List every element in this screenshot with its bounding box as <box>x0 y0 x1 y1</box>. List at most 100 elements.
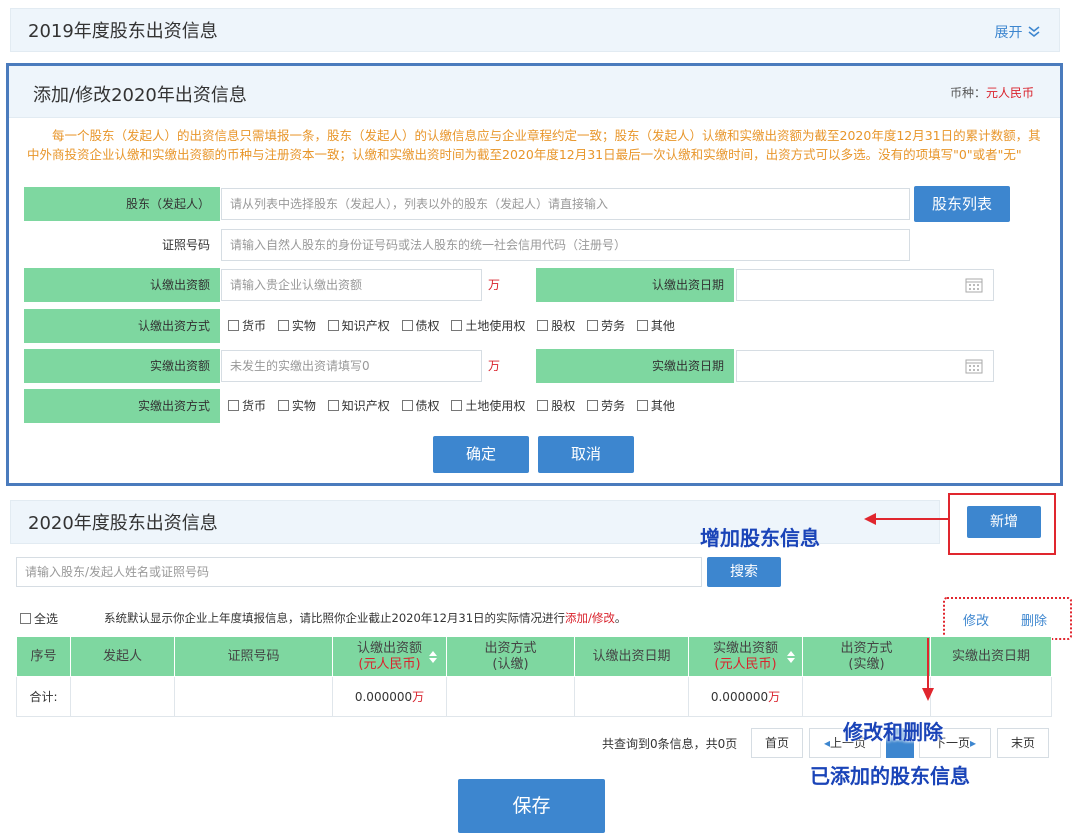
checkbox[interactable] <box>401 400 413 411</box>
col-paid-date: 实缴出资日期 <box>930 636 1052 677</box>
sort-icon[interactable] <box>428 650 438 664</box>
contribution-table: 序号 发起人 证照号码 认缴出资额 (元人民币) 出资方式 (认缴) 认缴出资日… <box>16 636 1052 717</box>
confirm-button[interactable]: 确定 <box>433 436 529 473</box>
subscribed-date-label: 认缴出资日期 <box>536 268 734 302</box>
annotation-edit-delete-line1: 修改和删除 <box>843 720 943 744</box>
col-subscribed-date: 认缴出资日期 <box>574 636 689 677</box>
currency-indicator: 币种：元人民币 <box>950 84 1034 101</box>
table-cell <box>574 676 689 717</box>
id-number-label: 证照号码 <box>161 238 210 252</box>
total-paid-amount: 0.000000万 <box>688 676 803 717</box>
paid-method-option[interactable]: 劳务 <box>587 399 625 413</box>
checkbox[interactable] <box>587 320 599 331</box>
cancel-button[interactable]: 取消 <box>538 436 634 473</box>
subscribed-method-options: 货币 实物 知识产权 债权 土地使用权 股权 劳务 其他 <box>228 309 683 343</box>
subscribed-date-input[interactable] <box>736 269 994 301</box>
paid-method-option[interactable]: 实物 <box>277 399 316 413</box>
chevron-right-icon: ▸ <box>969 736 977 750</box>
total-label: 合计: <box>16 676 71 717</box>
paid-date-input[interactable] <box>736 350 994 382</box>
search-input[interactable]: 请输入股东/发起人姓名或证照号码 <box>16 557 702 587</box>
currency-value: 元人民币 <box>985 86 1034 100</box>
table-cell <box>174 676 333 717</box>
checkbox[interactable] <box>327 320 339 331</box>
currency-label: 币种： <box>949 86 986 100</box>
paid-amount-input[interactable]: 未发生的实缴出资请填写0 <box>221 350 482 382</box>
col-method-paid: 出资方式 (实缴) <box>802 636 931 677</box>
subscribed-method-option[interactable]: 知识产权 <box>327 319 390 333</box>
search-button[interactable]: 搜索 <box>707 557 781 587</box>
chevron-double-down-icon <box>1028 26 1040 38</box>
subscribed-method-option[interactable]: 土地使用权 <box>451 319 525 333</box>
total-subscribed-amount: 0.000000万 <box>332 676 447 717</box>
subscribed-method-label: 认缴出资方式 <box>24 309 220 343</box>
paid-method-option[interactable]: 土地使用权 <box>451 399 525 413</box>
paid-method-option[interactable]: 知识产权 <box>327 399 390 413</box>
checkbox[interactable] <box>451 320 463 331</box>
sort-icon[interactable] <box>786 650 796 664</box>
checkbox[interactable] <box>228 320 239 331</box>
paid-amount-label: 实缴出资额 <box>24 349 220 383</box>
table-cell <box>70 676 175 717</box>
expand-label: 展开 <box>994 25 1023 41</box>
calendar-icon[interactable] <box>965 358 983 374</box>
form-notice: 每一个股东（发起人）的出资信息只需填报一条，股东（发起人）的认缴信息应与企业章程… <box>27 128 1041 162</box>
annotation-arrow-left <box>864 513 950 525</box>
table-cell <box>802 676 931 717</box>
shareholder-list-button[interactable]: 股东列表 <box>914 186 1010 222</box>
paid-method-label: 实缴出资方式 <box>24 389 220 423</box>
select-all-checkbox[interactable] <box>20 613 31 624</box>
shareholder-label: 股东（发起人） <box>24 187 220 221</box>
pager-first[interactable]: 首页 <box>751 728 803 758</box>
paid-method-option[interactable]: 货币 <box>228 399 266 413</box>
checkbox[interactable] <box>327 400 339 411</box>
shareholder-input[interactable]: 请从列表中选择股东（发起人），列表以外的股东（发起人）请直接输入 <box>221 188 910 220</box>
checkbox[interactable] <box>228 400 239 411</box>
paid-method-option[interactable]: 债权 <box>401 399 440 413</box>
paid-method-option[interactable]: 其他 <box>636 399 675 413</box>
subscribed-method-option[interactable]: 货币 <box>228 319 266 333</box>
save-button[interactable]: 保存 <box>458 779 605 833</box>
checkbox[interactable] <box>537 400 549 411</box>
edit-link[interactable]: 修改 <box>963 610 989 629</box>
select-all[interactable]: 全选 <box>20 610 58 627</box>
checkbox[interactable] <box>401 320 413 331</box>
table-header-row: 序号 发起人 证照号码 认缴出资额 (元人民币) 出资方式 (认缴) 认缴出资日… <box>16 636 1052 677</box>
col-initiator: 发起人 <box>70 636 175 677</box>
id-number-input[interactable]: 请输入自然人股东的身份证号码或法人股东的统一社会信用代码（注册号） <box>221 229 910 261</box>
col-seq: 序号 <box>16 636 71 677</box>
annotation-edit-delete-line2: 已添加的股东信息 <box>810 764 970 788</box>
checkbox[interactable] <box>587 400 599 411</box>
pager-last[interactable]: 末页 <box>997 728 1049 758</box>
calendar-icon[interactable] <box>965 277 983 293</box>
pager-summary: 共查询到0条信息，共0页 <box>602 737 738 751</box>
subscribed-method-option[interactable]: 劳务 <box>587 319 625 333</box>
expand-toggle[interactable]: 展开 <box>995 22 1041 42</box>
form-title: 添加/修改2020年出资信息 <box>33 85 247 106</box>
delete-link[interactable]: 删除 <box>1021 610 1047 629</box>
paid-date-label: 实缴出资日期 <box>536 349 734 383</box>
add-button[interactable]: 新增 <box>967 506 1041 538</box>
checkbox[interactable] <box>277 320 289 331</box>
section-2019-title: 2019年度股东出资信息 <box>28 21 218 42</box>
checkbox[interactable] <box>537 320 549 331</box>
paid-amount-unit: 万 <box>488 359 501 373</box>
checkbox[interactable] <box>277 400 289 411</box>
section-2019-header: 2019年度股东出资信息 展开 <box>10 8 1060 52</box>
section-2020-title: 2020年度股东出资信息 <box>28 513 218 534</box>
subscribed-method-option[interactable]: 实物 <box>277 319 316 333</box>
checkbox[interactable] <box>636 400 648 411</box>
table-cell <box>446 676 575 717</box>
col-id-number: 证照号码 <box>174 636 333 677</box>
annotation-arrow-down <box>922 638 934 701</box>
subscribed-method-option[interactable]: 其他 <box>636 319 675 333</box>
subscribed-amount-input[interactable]: 请输入贵企业认缴出资额 <box>221 269 482 301</box>
checkbox[interactable] <box>451 400 463 411</box>
hint-add-edit-link[interactable]: 添加/修改 <box>565 611 615 625</box>
subscribed-method-option[interactable]: 债权 <box>401 319 440 333</box>
paid-method-options: 货币 实物 知识产权 债权 土地使用权 股权 劳务 其他 <box>228 389 683 423</box>
subscribed-method-option[interactable]: 股权 <box>537 319 575 333</box>
paid-method-option[interactable]: 股权 <box>537 399 575 413</box>
checkbox[interactable] <box>636 320 648 331</box>
table-cell <box>930 676 1052 717</box>
